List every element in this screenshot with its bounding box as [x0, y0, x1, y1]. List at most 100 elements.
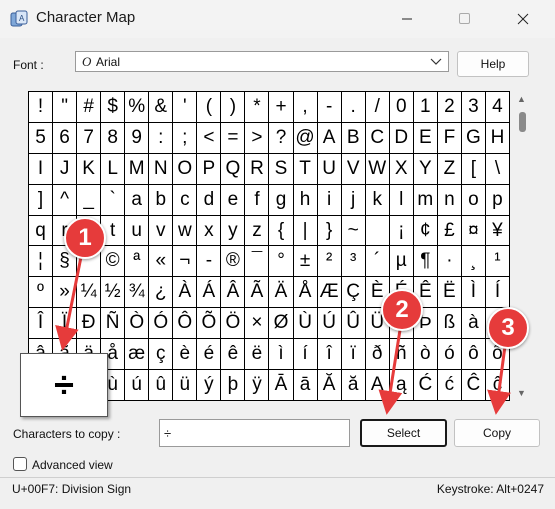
- character-cell[interactable]: -: [317, 92, 342, 123]
- character-cell[interactable]: ê: [221, 339, 246, 371]
- character-cell[interactable]: Ā: [269, 370, 294, 401]
- character-cell[interactable]: ·: [437, 246, 462, 278]
- character-cell[interactable]: £: [437, 215, 462, 247]
- character-cell[interactable]: ³: [341, 246, 366, 278]
- character-cell[interactable]: f: [245, 184, 270, 216]
- maximize-button[interactable]: [442, 0, 488, 38]
- character-cell[interactable]: »: [53, 277, 78, 309]
- character-cell[interactable]: ¿: [149, 277, 174, 309]
- character-cell[interactable]: +: [269, 92, 294, 123]
- character-cell[interactable]: <: [197, 122, 222, 154]
- scroll-down-arrow-icon[interactable]: ▼: [517, 388, 526, 398]
- character-cell[interactable]: }: [317, 215, 342, 247]
- character-cell[interactable]: ': [173, 92, 198, 123]
- character-cell[interactable]: Õ: [197, 308, 222, 340]
- character-cell[interactable]: %: [125, 92, 150, 123]
- character-cell[interactable]: (: [197, 92, 222, 123]
- character-cell[interactable]: 6: [53, 122, 78, 154]
- character-cell[interactable]: 5: [29, 122, 54, 154]
- minimize-button[interactable]: [384, 0, 430, 38]
- character-cell[interactable]: 3: [461, 92, 486, 123]
- character-cell[interactable]: ;: [173, 122, 198, 154]
- character-cell[interactable]: Ú: [317, 308, 342, 340]
- character-cell[interactable]: Ù: [293, 308, 318, 340]
- character-cell[interactable]: G: [461, 122, 486, 154]
- character-cell[interactable]: ñ: [389, 339, 414, 371]
- character-cell[interactable]: ĉ: [485, 370, 510, 401]
- character-cell[interactable]: $: [101, 92, 126, 123]
- advanced-view-checkbox[interactable]: [13, 457, 27, 471]
- character-cell[interactable]: [365, 215, 390, 247]
- character-cell[interactable]: ½: [101, 277, 126, 309]
- character-cell[interactable]: ¡: [389, 215, 414, 247]
- character-cell[interactable]: 1: [413, 92, 438, 123]
- character-cell[interactable]: ô: [461, 339, 486, 371]
- character-cell[interactable]: ă: [341, 370, 366, 401]
- character-cell[interactable]: X: [389, 153, 414, 185]
- character-cell[interactable]: 9: [125, 122, 150, 154]
- character-cell[interactable]: Ò: [125, 308, 150, 340]
- character-cell[interactable]: ú: [125, 370, 150, 401]
- character-cell[interactable]: Ð: [77, 308, 102, 340]
- character-cell[interactable]: U: [317, 153, 342, 185]
- character-cell[interactable]: Ô: [173, 308, 198, 340]
- character-cell[interactable]: m: [413, 184, 438, 216]
- character-cell[interactable]: û: [149, 370, 174, 401]
- character-cell[interactable]: z: [245, 215, 270, 247]
- character-cell[interactable]: ā: [293, 370, 318, 401]
- character-cell[interactable]: ±: [293, 246, 318, 278]
- character-cell[interactable]: ï: [341, 339, 366, 371]
- character-cell[interactable]: ó: [437, 339, 462, 371]
- character-cell[interactable]: `: [101, 184, 126, 216]
- character-cell[interactable]: =: [221, 122, 246, 154]
- character-cell[interactable]: u: [125, 215, 150, 247]
- character-cell[interactable]: ): [221, 92, 246, 123]
- character-cell[interactable]: 2: [437, 92, 462, 123]
- scrollbar-thumb[interactable]: [519, 112, 526, 132]
- character-cell[interactable]: è: [173, 339, 198, 371]
- character-cell[interactable]: :: [149, 122, 174, 154]
- character-cell[interactable]: |: [293, 215, 318, 247]
- character-cell[interactable]: ´: [365, 246, 390, 278]
- character-cell[interactable]: ¸: [461, 246, 486, 278]
- character-cell[interactable]: 7: [77, 122, 102, 154]
- character-cell[interactable]: ": [53, 92, 78, 123]
- character-cell[interactable]: Ó: [149, 308, 174, 340]
- character-cell[interactable]: c: [173, 184, 198, 216]
- character-cell[interactable]: ì: [269, 339, 294, 371]
- character-cell[interactable]: ć: [437, 370, 462, 401]
- character-cell[interactable]: ¯: [245, 246, 270, 278]
- character-cell[interactable]: Ĉ: [461, 370, 486, 401]
- characters-to-copy-input[interactable]: ÷: [159, 419, 350, 447]
- character-cell[interactable]: n: [437, 184, 462, 216]
- help-button[interactable]: Help: [457, 51, 529, 77]
- character-cell[interactable]: ¼: [77, 277, 102, 309]
- character-cell[interactable]: µ: [389, 246, 414, 278]
- character-cell[interactable]: º: [29, 277, 54, 309]
- character-cell[interactable]: Ć: [413, 370, 438, 401]
- character-cell[interactable]: k: [365, 184, 390, 216]
- scroll-up-arrow-icon[interactable]: ▲: [517, 94, 526, 104]
- character-cell[interactable]: S: [269, 153, 294, 185]
- character-cell[interactable]: /: [365, 92, 390, 123]
- character-cell[interactable]: I: [29, 153, 54, 185]
- character-cell[interactable]: î: [317, 339, 342, 371]
- character-cell[interactable]: ~: [341, 215, 366, 247]
- character-cell[interactable]: x: [197, 215, 222, 247]
- character-cell[interactable]: P: [197, 153, 222, 185]
- character-cell[interactable]: K: [77, 153, 102, 185]
- character-cell[interactable]: Ë: [437, 277, 462, 309]
- character-cell[interactable]: w: [173, 215, 198, 247]
- character-cell[interactable]: ©: [101, 246, 126, 278]
- character-cell[interactable]: W: [365, 153, 390, 185]
- character-cell[interactable]: ¤: [461, 215, 486, 247]
- character-cell[interactable]: Ç: [341, 277, 366, 309]
- character-cell[interactable]: Y: [413, 153, 438, 185]
- character-cell[interactable]: Å: [293, 277, 318, 309]
- character-cell[interactable]: *: [245, 92, 270, 123]
- character-cell[interactable]: R: [245, 153, 270, 185]
- close-button[interactable]: [500, 0, 546, 38]
- character-cell[interactable]: 0: [389, 92, 414, 123]
- character-cell[interactable]: ²: [317, 246, 342, 278]
- character-cell[interactable]: F: [437, 122, 462, 154]
